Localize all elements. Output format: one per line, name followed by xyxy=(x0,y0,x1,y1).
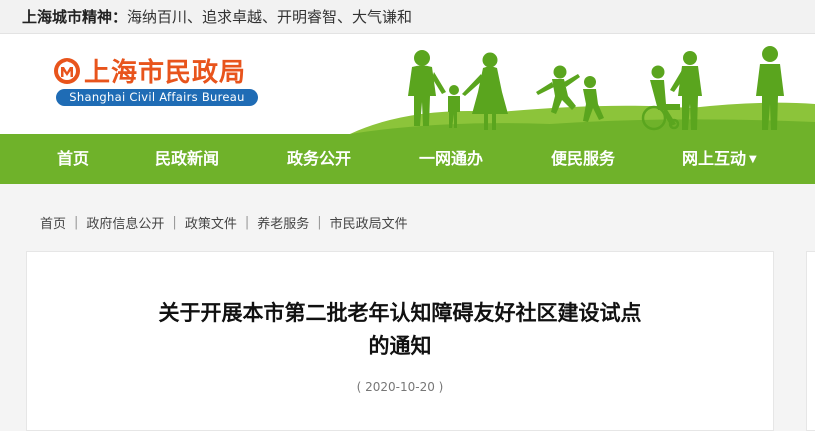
article-title-line-2: 的通知 xyxy=(368,334,432,358)
breadcrumb-separator-icon: | xyxy=(317,215,322,230)
nav-item-online-interaction[interactable]: 网上互动 ▼ xyxy=(682,134,757,184)
breadcrumb-item-bureau-docs[interactable]: 市民政局文件 xyxy=(330,217,408,232)
article-panel: 关于开展本市第二批老年认知障碍友好社区建设试点 的通知 ( 2020-10-20… xyxy=(26,251,774,431)
article-date: ( 2020-10-20 ) xyxy=(356,380,444,394)
city-spirit-label: 上海城市精神： xyxy=(22,8,128,26)
nav-item-public-services[interactable]: 便民服务 xyxy=(551,134,615,184)
logo-english-name: Shanghai Civil Affairs Bureau xyxy=(56,89,258,106)
breadcrumb-item-gov-info[interactable]: 政府信息公开 xyxy=(86,217,164,232)
logo-chinese-name: 上海市民政局 xyxy=(84,58,247,88)
nav-item-one-stop-service[interactable]: 一网通办 xyxy=(419,134,483,184)
nav-item-news[interactable]: 民政新闻 xyxy=(155,134,219,184)
breadcrumb: 首页 | 政府信息公开 | 政策文件 | 养老服务 | 市民政局文件 xyxy=(40,213,408,232)
caret-down-icon: ▼ xyxy=(749,153,757,165)
top-bar: 上海城市精神：海纳百川、追求卓越、开明睿智、大气谦和 xyxy=(0,0,815,34)
article-title-line-1: 关于开展本市第二批老年认知障碍友好社区建设试点 xyxy=(158,301,642,325)
family-silhouette-illustration xyxy=(350,46,815,134)
breadcrumb-separator-icon: | xyxy=(172,215,177,230)
article-title: 关于开展本市第二批老年认知障碍友好社区建设试点 的通知 xyxy=(27,297,773,363)
breadcrumb-item-policy-docs[interactable]: 政策文件 xyxy=(185,217,237,232)
breadcrumb-item-elderly-care[interactable]: 养老服务 xyxy=(257,217,309,232)
city-spirit-text: 上海城市精神：海纳百川、追求卓越、开明睿智、大气谦和 xyxy=(22,6,412,27)
nav-item-home[interactable]: 首页 xyxy=(57,134,89,184)
breadcrumb-item-home[interactable]: 首页 xyxy=(40,217,66,232)
header-banner: 上海市民政局 Shanghai Civil Affairs Bureau xyxy=(0,34,815,134)
breadcrumb-separator-icon: | xyxy=(244,215,250,230)
side-panel xyxy=(806,251,815,431)
nav-item-online-interaction-label: 网上互动 xyxy=(682,149,747,168)
civil-affairs-emblem-icon xyxy=(54,58,80,84)
main-nav: 首页 民政新闻 政务公开 一网通办 便民服务 网上互动 ▼ xyxy=(0,134,815,184)
breadcrumb-separator-icon: | xyxy=(74,215,79,230)
nav-item-government-affairs[interactable]: 政务公开 xyxy=(287,134,351,184)
city-spirit-motto: 海纳百川、追求卓越、开明睿智、大气谦和 xyxy=(127,8,413,26)
